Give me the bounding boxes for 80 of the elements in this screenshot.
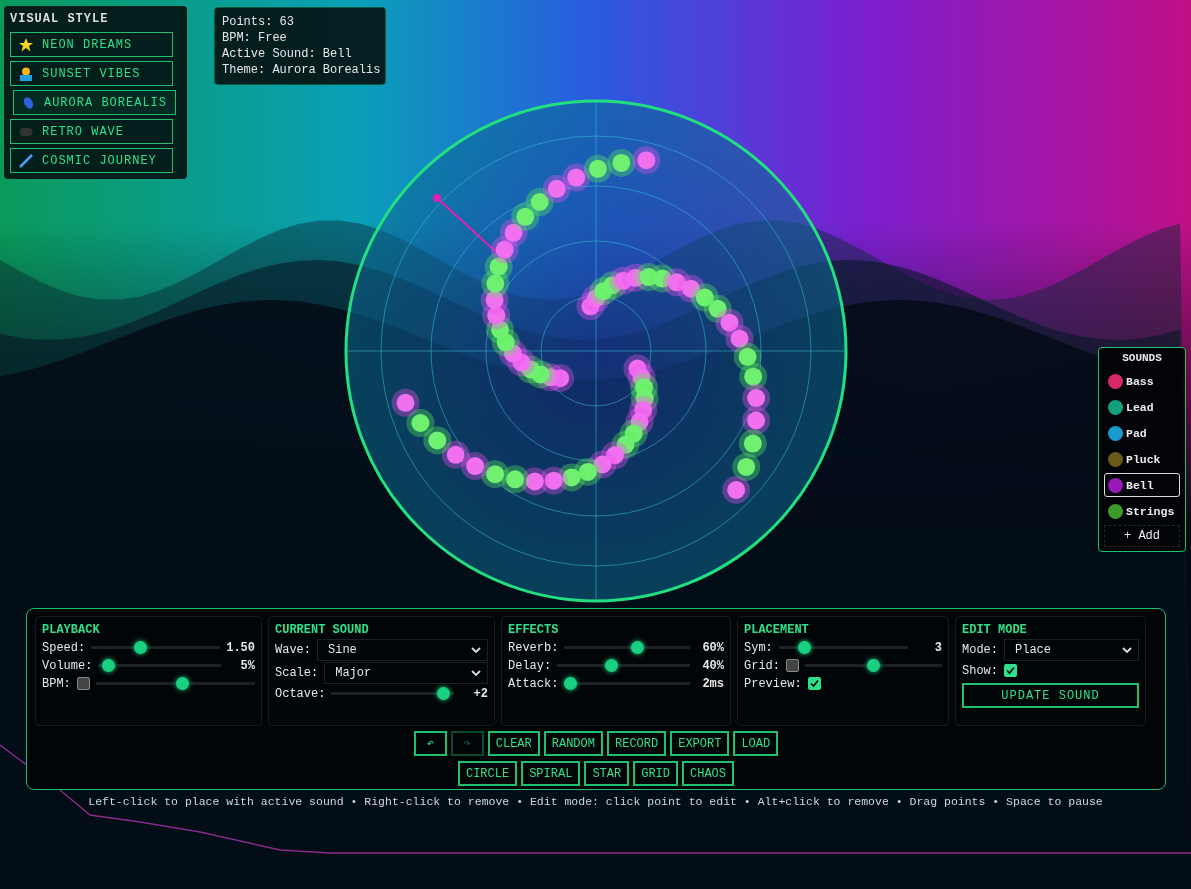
control-label: Sym: xyxy=(744,640,773,655)
comet-icon xyxy=(19,153,33,168)
panel-title: VISUAL STYLE xyxy=(10,12,110,26)
control-label: Attack: xyxy=(508,676,559,691)
checkbox[interactable] xyxy=(76,677,90,690)
control-label: Show: xyxy=(962,663,998,678)
slider-value: 40% xyxy=(701,658,724,673)
control-label: Mode: xyxy=(962,643,998,657)
control-label: Preview: xyxy=(744,676,802,691)
control-label: Scale: xyxy=(275,666,319,680)
slider-thumb[interactable] xyxy=(631,641,645,654)
toolbar-button[interactable]: CHAOS xyxy=(682,761,735,786)
person-icon xyxy=(19,66,33,81)
toolbar-button[interactable]: RANDOM xyxy=(543,731,603,756)
checkbox[interactable] xyxy=(786,659,799,672)
toolbar-button[interactable]: CIRCLE xyxy=(457,761,518,786)
style-button[interactable]: AURORA BOREALIS xyxy=(13,90,176,115)
update-sound-button[interactable]: UPDATE SOUND xyxy=(962,683,1139,708)
style-button[interactable]: COSMIC JOURNEY xyxy=(10,148,173,173)
sound-item[interactable]: Pluck xyxy=(1104,447,1180,471)
info-line: Active Sound: Bell xyxy=(222,46,353,62)
slider-thumb[interactable] xyxy=(101,659,115,672)
checkbox[interactable] xyxy=(1004,664,1017,677)
sound-item[interactable]: Strings xyxy=(1104,499,1180,523)
sound-item[interactable]: Bell xyxy=(1104,473,1180,497)
slider-thumb[interactable] xyxy=(604,659,618,672)
slider-value: 2ms xyxy=(701,676,724,691)
toolbar-button[interactable]: CLEAR xyxy=(487,731,540,756)
slider-thumb[interactable] xyxy=(798,641,812,654)
star-icon xyxy=(19,37,33,52)
slider-thumb[interactable] xyxy=(175,677,189,690)
section-title: EDIT MODE xyxy=(962,623,1028,637)
chevron-down-icon xyxy=(471,646,481,654)
control-label: Volume: xyxy=(42,658,93,673)
chevron-down-icon xyxy=(471,669,481,677)
slider-thumb[interactable] xyxy=(564,677,578,690)
help-text: Left-click to place with active sound • Right-click to remove • Edit mode: click point to edit • Alt+click to remove • Drag points • Space to pause xyxy=(87,795,1104,808)
section-title: PLACEMENT xyxy=(744,623,810,637)
slider-value: 3 xyxy=(933,640,942,655)
info-line: Theme: Aurora Borealis xyxy=(222,62,378,78)
checkbox[interactable] xyxy=(807,677,821,690)
control-label: Grid: xyxy=(744,658,780,673)
toolbar-button[interactable]: STAR xyxy=(584,761,630,786)
info-line: BPM: Free xyxy=(222,30,288,46)
info-line: Points: 63 xyxy=(222,14,295,30)
toolbar-button[interactable]: RECORD xyxy=(607,731,667,756)
slider-value: 5% xyxy=(239,658,255,673)
gem-icon xyxy=(22,95,35,110)
slider-thumb[interactable] xyxy=(436,687,450,700)
control-label: BPM: xyxy=(42,676,71,691)
chevron-down-icon xyxy=(1122,646,1132,654)
control-label: Octave: xyxy=(275,686,326,701)
sound-item[interactable]: Pad xyxy=(1104,421,1180,445)
toolbar-button[interactable]: ↶ xyxy=(413,731,447,756)
sound-item[interactable]: Lead xyxy=(1104,395,1180,419)
slider-value: +2 xyxy=(472,686,488,701)
section-title: EFFECTS xyxy=(508,623,560,637)
control-label: Reverb: xyxy=(508,640,559,655)
toolbar-button[interactable]: SPIRAL xyxy=(521,761,581,786)
slider-value: 1.50 xyxy=(226,640,255,655)
toolbar-button[interactable]: LOAD xyxy=(733,731,779,756)
control-label: Delay: xyxy=(508,658,552,673)
control-label: Wave: xyxy=(275,643,311,657)
slider-value: 60% xyxy=(701,640,724,655)
toolbar-button[interactable]: GRID xyxy=(633,761,678,786)
section-title: CURRENT SOUND xyxy=(275,623,370,637)
style-button[interactable]: SUNSET VIBES xyxy=(10,61,173,86)
section-title: PLAYBACK xyxy=(42,623,101,637)
sound-item[interactable]: Bass xyxy=(1104,369,1180,393)
toolbar-button[interactable]: EXPORT xyxy=(670,731,730,756)
slider-thumb[interactable] xyxy=(866,659,880,672)
dropdown[interactable]: Place xyxy=(1004,639,1139,661)
style-button[interactable]: RETRO WAVE xyxy=(10,119,173,144)
control-label: Speed: xyxy=(42,640,86,655)
slider-thumb[interactable] xyxy=(133,641,147,654)
add-sound-button[interactable]: + Add xyxy=(1104,525,1180,547)
dropdown[interactable]: Sine xyxy=(317,639,488,661)
style-button[interactable]: NEON DREAMS xyxy=(10,32,173,57)
dropdown[interactable]: Major xyxy=(324,662,488,684)
panel-title: SOUNDS xyxy=(1121,352,1163,364)
